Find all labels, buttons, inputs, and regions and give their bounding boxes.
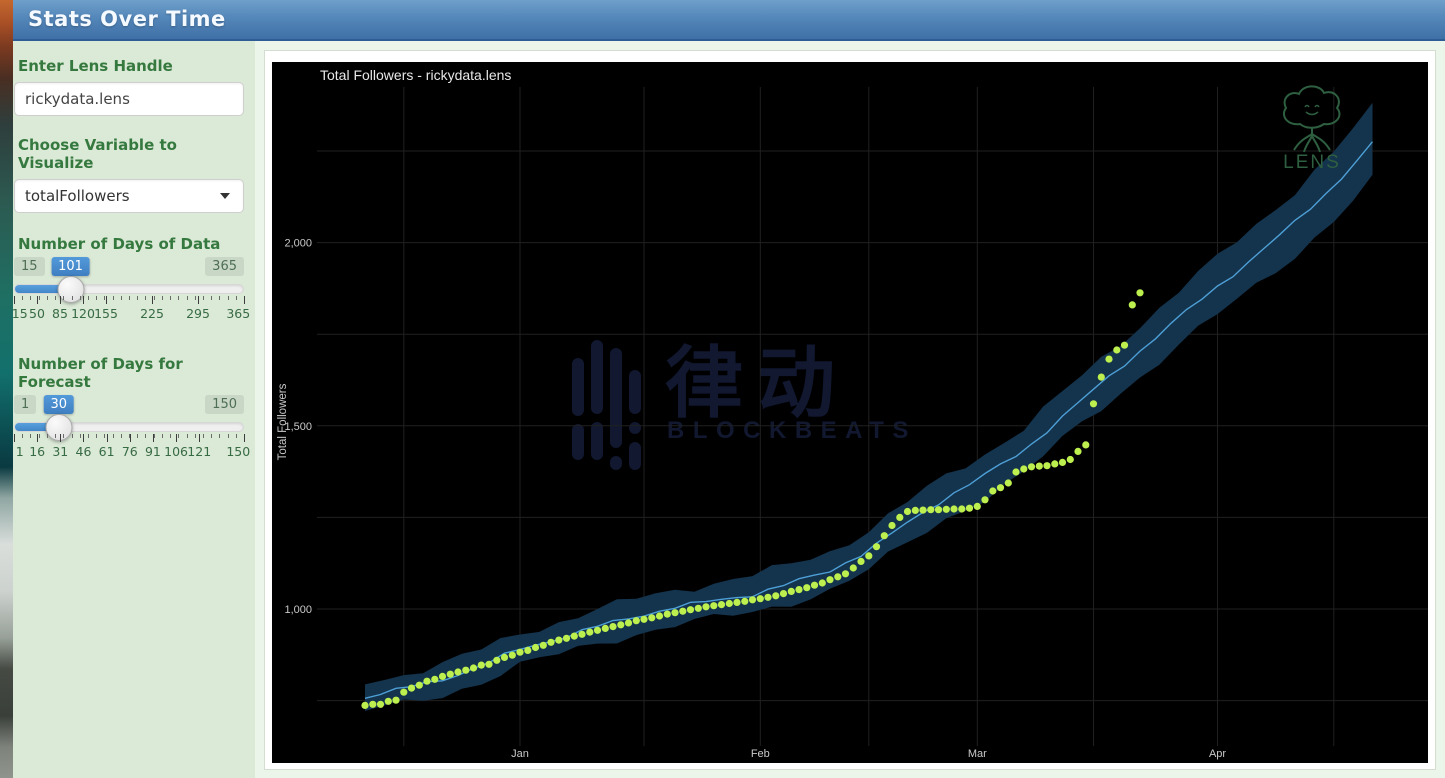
days-slider-label: Number of Days of Data <box>18 235 221 253</box>
forecast-slider[interactable]: 1 30 150 1 16 31 46 61 76 91 106 121 150 <box>14 395 251 473</box>
slider-track[interactable] <box>14 414 244 441</box>
watermark-cjk: 律动 <box>665 339 849 427</box>
slider-ticks <box>14 434 245 443</box>
app-header: Stats Over Time <box>13 0 1445 41</box>
lens-logo-text: LENS <box>1283 152 1341 173</box>
plot-background <box>272 62 1428 763</box>
lens-handle-group: Enter Lens Handle <box>14 57 244 116</box>
chevron-down-icon <box>220 193 230 199</box>
sidebar: Enter Lens Handle Choose Variable to Vis… <box>11 41 255 778</box>
app-title: Stats Over Time <box>28 7 226 31</box>
y-tick-label: 2,000 <box>284 238 312 250</box>
days-slider[interactable]: 15 101 365 15 50 85 120 155 225 295 365 <box>11 257 251 335</box>
background-image-strip <box>0 0 13 778</box>
variable-selected-value: totalFollowers <box>25 187 130 205</box>
variable-group: Choose Variable to Visualize totalFollow… <box>14 136 244 213</box>
x-tick-label: Mar <box>968 748 987 760</box>
chart-title: Total Followers - rickydata.lens <box>320 67 511 83</box>
forecast-slider-group: Number of Days for Forecast 1 30 150 1 16… <box>14 355 251 473</box>
slider-value-badge: 101 <box>51 257 90 276</box>
watermark-latin: BLOCKBEATS <box>667 417 917 444</box>
slider-tick-labels: 1 16 31 46 61 76 91 106 121 150 <box>15 444 251 459</box>
slider-max-badge: 150 <box>205 395 244 414</box>
slider-tick-labels: 15 50 85 120 155 225 295 365 <box>11 306 251 321</box>
slider-min-badge: 1 <box>14 395 37 414</box>
slider-track[interactable] <box>14 276 244 303</box>
y-tick-label: 1,000 <box>284 604 312 616</box>
followers-chart[interactable]: 律动 BLOCKBEATS Total Followers - rickydata.… <box>272 62 1428 763</box>
slider-max-badge: 365 <box>205 257 244 276</box>
slider-min-badge: 15 <box>14 257 45 276</box>
slider-value-badge: 30 <box>43 395 75 414</box>
x-tick-label: Feb <box>751 748 770 760</box>
lens-handle-label: Enter Lens Handle <box>18 57 173 75</box>
variable-label: Choose Variable to Visualize <box>18 136 177 172</box>
forecast-slider-label: Number of Days for Forecast <box>18 355 183 391</box>
slider-ticks <box>14 296 245 305</box>
variable-select[interactable]: totalFollowers <box>14 179 244 213</box>
lens-handle-input[interactable] <box>14 82 244 116</box>
days-slider-group: Number of Days of Data 15 101 365 15 50 85… <box>11 235 251 335</box>
x-tick-label: Jan <box>511 748 529 760</box>
x-tick-label: Apr <box>1209 748 1226 760</box>
y-tick-label: 1,500 <box>284 421 312 433</box>
